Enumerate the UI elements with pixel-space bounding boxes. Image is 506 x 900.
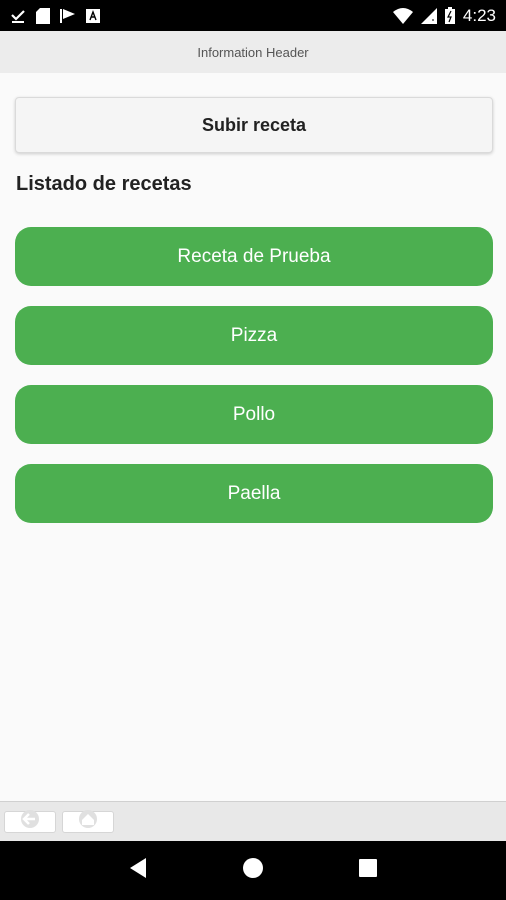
- signal-icon: [420, 7, 437, 24]
- status-system: 4:23: [392, 5, 496, 26]
- recipe-button[interactable]: Pollo: [15, 385, 493, 444]
- upload-recipe-label: Subir receta: [201, 114, 307, 135]
- app-header: Information Header: [0, 31, 506, 73]
- app-notification-icon: [86, 8, 100, 23]
- toolbar-back-button[interactable]: [4, 809, 56, 834]
- back-icon: [128, 857, 148, 884]
- toolbar-home-button[interactable]: [62, 809, 114, 834]
- recipe-label: Pollo: [232, 403, 276, 425]
- home-circle-icon: [242, 857, 264, 884]
- status-bar: 4:23: [0, 0, 506, 31]
- main-content: Subir receta Listado de recetas Receta d…: [0, 73, 506, 801]
- recipe-list: Receta de Prueba Pizza Pollo Paella: [15, 227, 493, 543]
- status-clock: 4:23: [462, 5, 496, 25]
- bottom-toolbar: [0, 801, 506, 841]
- back-arrow-icon: [17, 809, 43, 834]
- home-icon: [75, 809, 101, 834]
- recipe-list-title: Listado de recetas: [16, 173, 192, 195]
- status-notifications: [10, 7, 100, 24]
- wifi-icon: [392, 7, 413, 24]
- header-title: Information Header: [197, 44, 309, 60]
- recipe-button[interactable]: Paella: [15, 464, 493, 523]
- nav-back-button[interactable]: [118, 851, 158, 891]
- download-done-icon: [10, 8, 26, 24]
- flag-icon: [60, 8, 76, 24]
- upload-recipe-button[interactable]: Subir receta: [15, 97, 493, 153]
- recipe-label: Paella: [227, 482, 281, 504]
- recipe-button[interactable]: Pizza: [15, 306, 493, 365]
- nav-home-button[interactable]: [233, 851, 273, 891]
- recipe-label: Receta de Prueba: [177, 245, 331, 267]
- android-nav-bar: [0, 841, 506, 900]
- sd-card-icon: [36, 7, 50, 24]
- recents-icon: [358, 858, 378, 883]
- recipe-button[interactable]: Receta de Prueba: [15, 227, 493, 286]
- recipe-label: Pizza: [230, 324, 278, 346]
- battery-icon: [444, 7, 455, 24]
- nav-recents-button[interactable]: [348, 851, 388, 891]
